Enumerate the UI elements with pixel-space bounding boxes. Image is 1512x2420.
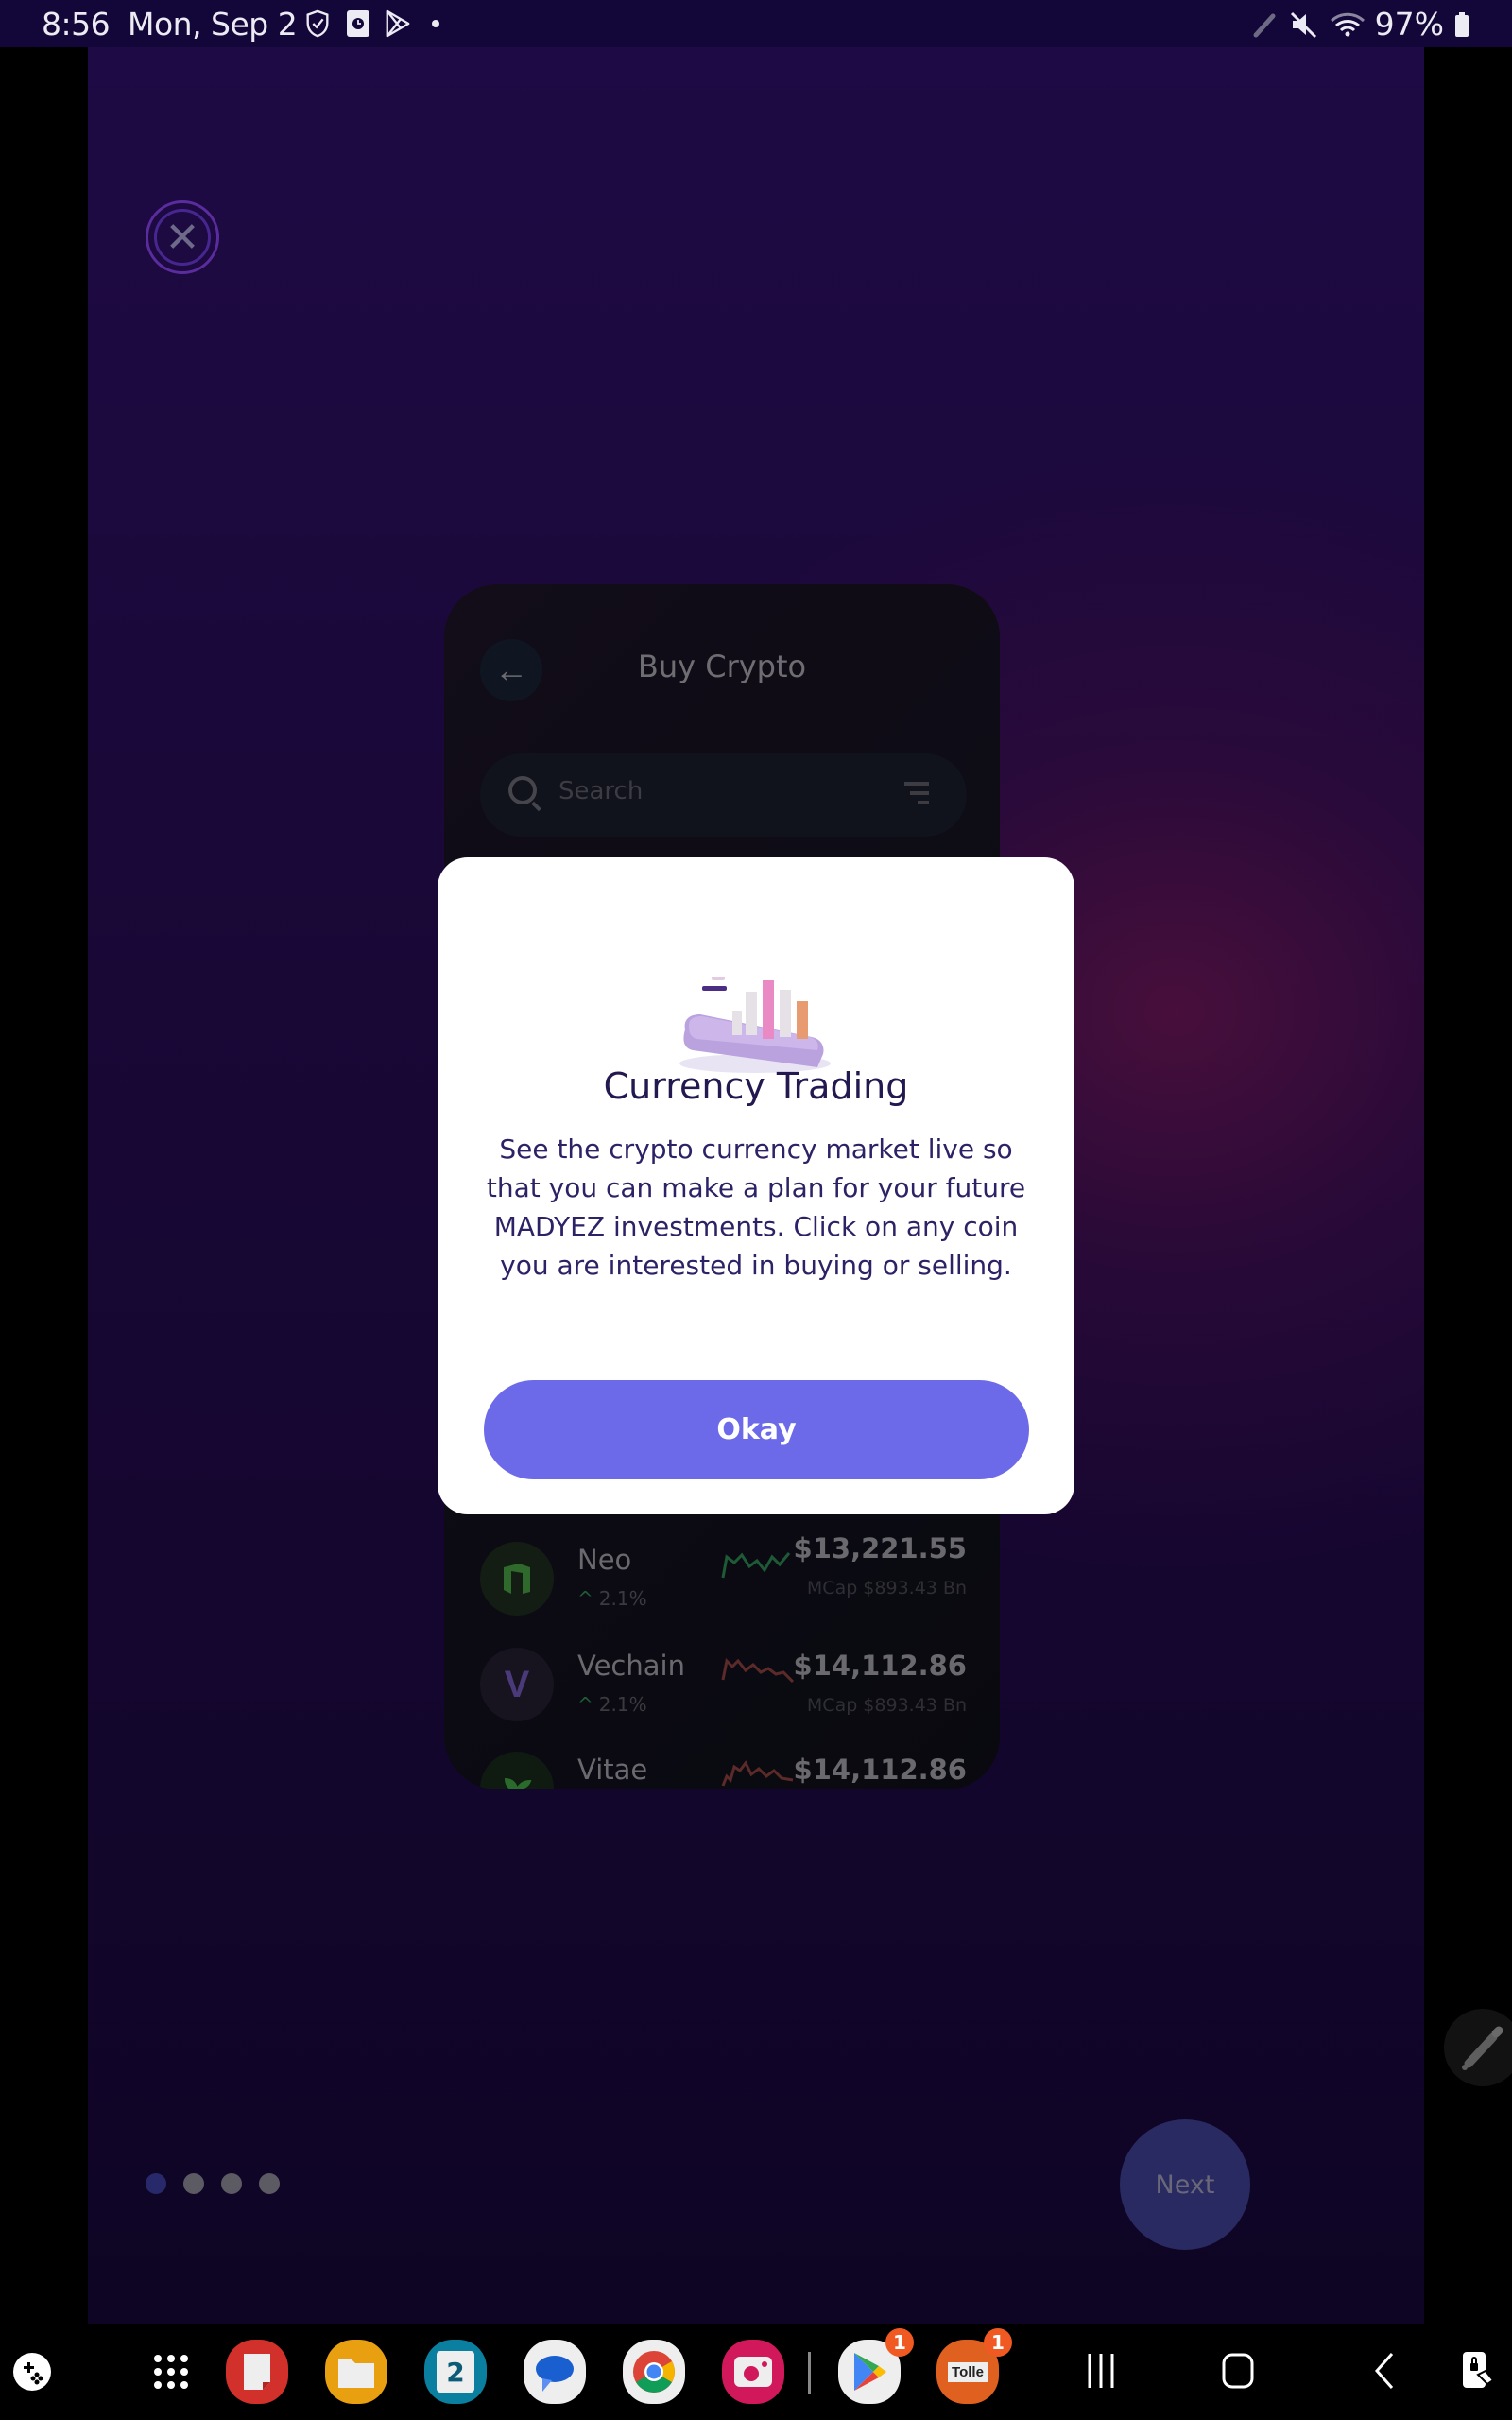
chrome-icon: [633, 2351, 675, 2393]
arrow-up-icon: ^: [577, 1693, 593, 1716]
vechain-logo-icon: V: [480, 1648, 554, 1721]
next-button[interactable]: Next: [1120, 2119, 1250, 2250]
home-button[interactable]: [1219, 2344, 1257, 2397]
more-dot-icon: [432, 20, 439, 27]
page-dot-3[interactable]: [221, 2173, 242, 2194]
onboarding-screen: ✕ ← Buy Crypto Search Neo ^ 2.1% $13,221.…: [88, 47, 1424, 2324]
pencil-icon: [1462, 2026, 1503, 2070]
bar-chart-illustration-icon: [679, 977, 831, 1073]
back-icon: [1374, 2353, 1394, 2389]
app-camera[interactable]: [722, 2340, 784, 2404]
okay-button[interactable]: Okay: [484, 1380, 1029, 1479]
sparkline-down: [721, 1657, 795, 1684]
notification-badge: 1: [984, 2328, 1012, 2357]
page-dot-2[interactable]: [183, 2173, 204, 2194]
coin-row-neo: Neo ^ 2.1% $13,221.55 MCap $893.43 Bn: [480, 1532, 967, 1636]
page-dot-1-active[interactable]: [146, 2173, 166, 2194]
sparkline-down: [721, 1760, 794, 1787]
gamepad-icon: [13, 2353, 51, 2391]
coin-price: $14,112.86: [793, 1650, 967, 1682]
notification-badge: 1: [885, 2328, 914, 2357]
preview-title: Buy Crypto: [637, 648, 807, 684]
back-button[interactable]: [1366, 2344, 1403, 2397]
app-grid-icon: [154, 2355, 188, 2389]
coin-change: ^ 2.1%: [577, 1693, 647, 1716]
coin-mcap: MCap $893.43 Bn: [806, 1578, 967, 1599]
preview-search-bar: Search: [480, 753, 967, 837]
clock-app-icon: [347, 10, 369, 37]
folder-icon: [338, 2360, 374, 2388]
shield-check-icon: [306, 9, 329, 38]
game-launcher-button[interactable]: [6, 2340, 59, 2404]
coin-mcap: MCap $893.43 Bn: [806, 1695, 967, 1716]
calendar-icon: 2: [437, 2351, 474, 2393]
recents-button[interactable]: [1077, 2344, 1125, 2397]
wifi-icon: [1330, 12, 1365, 36]
app-messages[interactable]: [524, 2340, 586, 2404]
neo-logo-icon: [480, 1542, 554, 1616]
status-bar: 8:56 Mon, Sep 2 97%: [0, 0, 1512, 47]
app-tolle[interactable]: Tolle 1: [936, 2328, 1012, 2404]
play-store-app-icon: [854, 2353, 886, 2391]
app-chrome[interactable]: [623, 2340, 685, 2404]
coin-row-vechain: V Vechain ^ 2.1% $14,112.86 MCap $893.43 …: [480, 1648, 967, 1742]
coin-change: ^ 2.1%: [577, 1587, 647, 1610]
coin-price: $13,221.55: [793, 1532, 967, 1564]
page-dot-4[interactable]: [259, 2173, 280, 2194]
coin-row-vitae: Vitae ^2.1% $14,112.86 MCap $893.43 Bn: [480, 1752, 967, 1789]
battery-percent: 97%: [1374, 6, 1444, 43]
pen-icon: [1253, 13, 1276, 37]
status-time: 8:56: [42, 6, 111, 43]
touch-lock-icon: [1463, 2352, 1495, 2388]
accessibility-button[interactable]: [1457, 2344, 1499, 2397]
page-indicator: [146, 2173, 280, 2194]
camera-icon: [734, 2357, 772, 2387]
close-button[interactable]: ✕: [146, 200, 219, 274]
floating-pen-button[interactable]: [1444, 2009, 1512, 2086]
sparkline-up: [721, 1552, 791, 1579]
dialog-body: See the crypto currency market live so t…: [486, 1133, 1026, 1281]
coin-name: Vechain: [577, 1650, 685, 1682]
close-icon: ✕: [164, 213, 200, 262]
mute-icon: [1290, 11, 1316, 38]
preview-search-placeholder: Search: [558, 777, 644, 805]
app-my-files[interactable]: [325, 2340, 387, 2404]
coin-price: $14,112.86: [793, 1754, 967, 1786]
coin-name: Vitae: [577, 1754, 648, 1786]
info-dialog: Currency Trading See the crypto currency…: [438, 857, 1074, 1514]
messages-icon: [536, 2356, 574, 2392]
app-samsung-notes[interactable]: [226, 2340, 288, 2404]
app-calendar[interactable]: 2: [424, 2340, 487, 2404]
vitae-logo-icon: [480, 1752, 554, 1789]
filter-icon: [904, 782, 929, 810]
app-drawer-button[interactable]: [140, 2340, 202, 2404]
status-date: Mon, Sep 2: [128, 6, 298, 43]
taskbar-divider: [808, 2352, 811, 2394]
tolle-logo: Tolle: [948, 2361, 988, 2382]
coin-name: Neo: [577, 1544, 632, 1576]
arrow-up-icon: ^: [577, 1587, 593, 1610]
dialog-title: Currency Trading: [603, 1065, 909, 1107]
battery-icon: [1455, 11, 1469, 37]
play-store-icon: [386, 9, 410, 38]
notes-icon: [244, 2354, 270, 2390]
taskbar: 2 1 Tolle 1: [0, 2324, 1512, 2420]
search-icon: [508, 776, 537, 804]
app-play-store[interactable]: 1: [838, 2328, 914, 2404]
recents-icon: [1088, 2354, 1114, 2388]
home-icon: [1222, 2353, 1254, 2389]
